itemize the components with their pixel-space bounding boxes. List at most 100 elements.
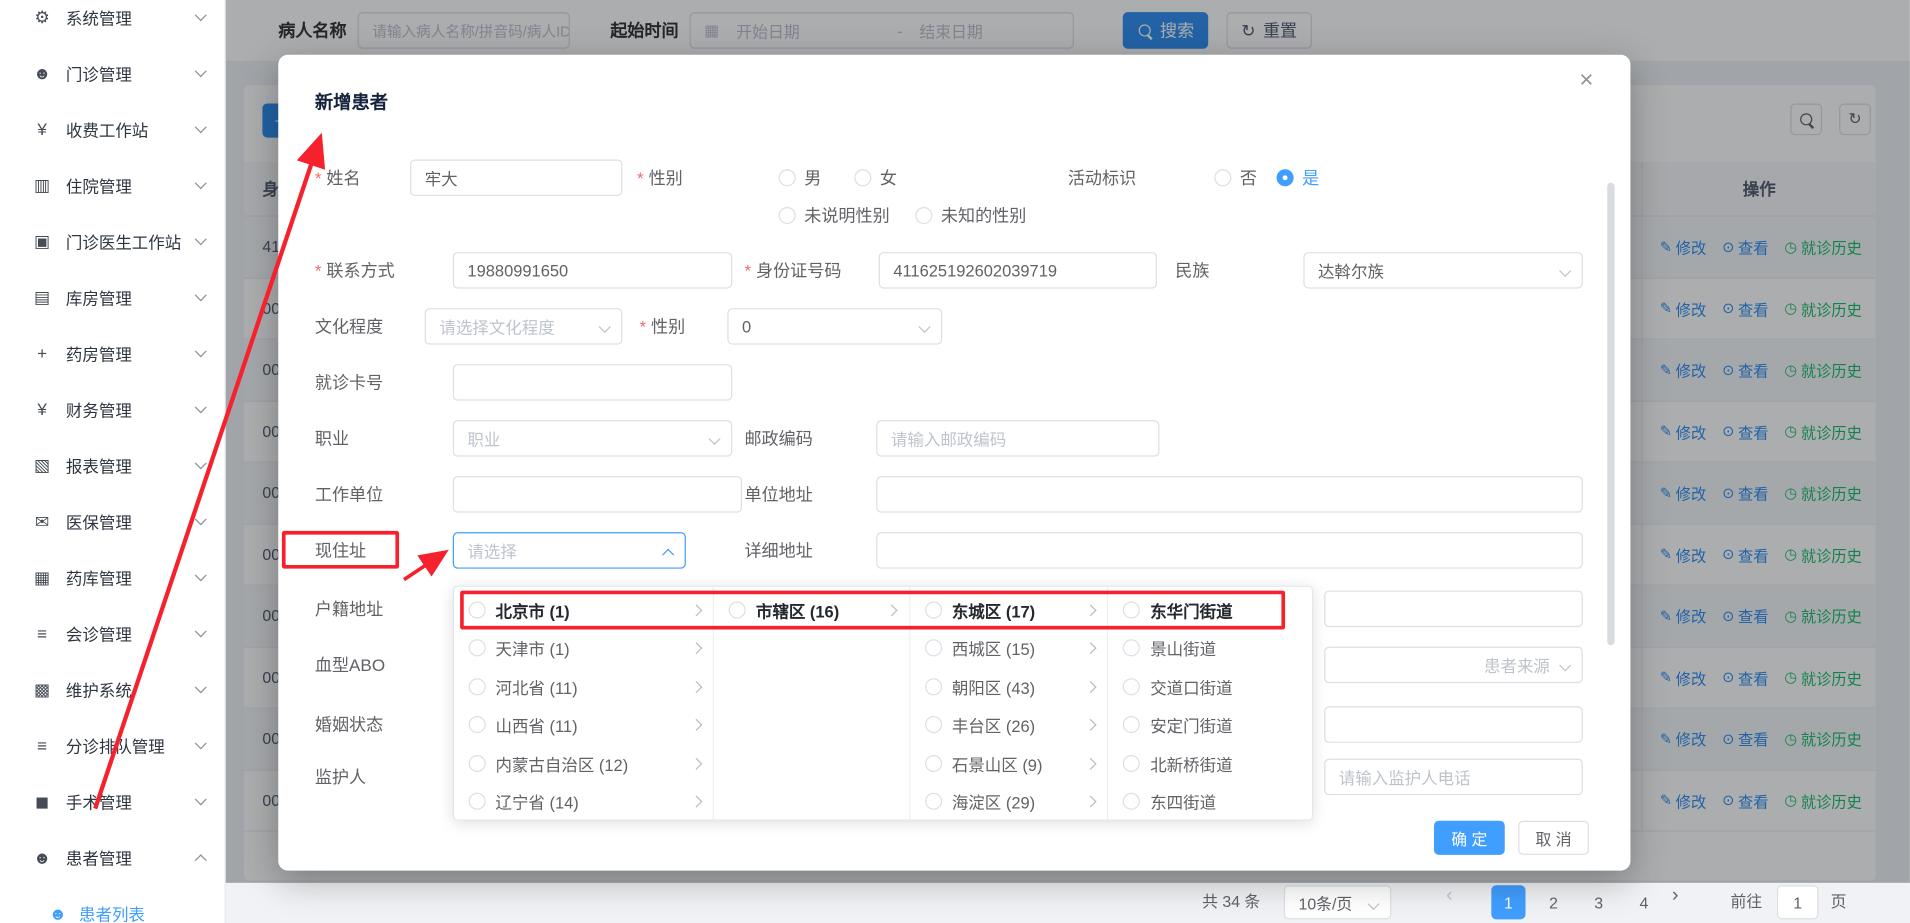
occupation-label: 职业 bbox=[315, 420, 349, 457]
sidebar-item[interactable]: ▣ 门诊医生工作站 bbox=[0, 213, 225, 269]
sidebar-item[interactable]: ▤ 库房管理 bbox=[0, 269, 225, 325]
cascade-option[interactable]: 交道口街道 bbox=[1109, 667, 1312, 705]
gender-radio-male[interactable]: 男 bbox=[779, 160, 822, 197]
sidebar-item[interactable]: ▩ 维护系统 bbox=[0, 661, 225, 717]
id-number-input[interactable]: 411625192602039719 bbox=[879, 252, 1157, 289]
goto-page-input[interactable]: 1 bbox=[1777, 885, 1818, 919]
household-address-right-input[interactable] bbox=[1324, 591, 1583, 628]
sidebar-item[interactable]: ¥ 财务管理 bbox=[0, 381, 225, 437]
radio-circle bbox=[854, 169, 871, 186]
name-label: 姓名 bbox=[315, 160, 361, 197]
active-flag-radio-no[interactable]: 否 bbox=[1214, 160, 1257, 197]
sidebar-item[interactable]: ◼ 手术管理 bbox=[0, 773, 225, 829]
cascade-option[interactable]: 市辖区 (16) bbox=[714, 591, 909, 629]
active-flag-radio-yes[interactable]: 是 bbox=[1277, 160, 1320, 197]
chevron-left-icon[interactable]: ‹ bbox=[1446, 885, 1480, 919]
goto-suffix: 页 bbox=[1831, 885, 1847, 919]
id-number-label: 身份证号码 bbox=[744, 252, 841, 289]
chevron-down-icon bbox=[195, 177, 207, 189]
cancel-button[interactable]: 取 消 bbox=[1518, 821, 1589, 855]
detail-address-input[interactable] bbox=[876, 532, 1583, 569]
cascade-option[interactable]: 安定门街道 bbox=[1109, 706, 1312, 744]
sidebar-item[interactable]: + 药房管理 bbox=[0, 325, 225, 381]
ethnicity-select[interactable]: 达斡尔族 bbox=[1303, 252, 1582, 289]
sidebar-item-label: 住院管理 bbox=[66, 173, 197, 197]
education-select[interactable]: 请选择文化程度 bbox=[425, 308, 623, 345]
cascade-option[interactable]: 海淀区 (29) bbox=[910, 782, 1107, 819]
sidebar-item-label: 收费工作站 bbox=[66, 117, 197, 141]
doctor-workstation-icon: ▣ bbox=[32, 231, 53, 252]
marital-row-right-input[interactable] bbox=[1324, 706, 1583, 743]
postal-code-input[interactable]: 请输入邮政编码 bbox=[876, 420, 1159, 457]
sidebar-item[interactable]: ¥ 收费工作站 bbox=[0, 101, 225, 157]
sidebar-item[interactable]: ▦ 药库管理 bbox=[0, 549, 225, 605]
blood-type-label: 血型ABO bbox=[315, 647, 385, 684]
chevron-right-icon[interactable]: › bbox=[1672, 885, 1706, 919]
work-unit-label: 工作单位 bbox=[315, 476, 383, 513]
cascade-option[interactable]: 东城区 (17) bbox=[910, 591, 1107, 629]
cascade-option[interactable]: 景山街道 bbox=[1109, 629, 1312, 667]
cascade-option[interactable]: 北京市 (1) bbox=[454, 591, 713, 629]
sidebar-item[interactable]: ☻ 门诊管理 bbox=[0, 45, 225, 101]
gender2-select[interactable]: 0 bbox=[727, 308, 942, 345]
patient-source-select[interactable]: 患者来源 bbox=[1324, 647, 1583, 684]
sidebar-item[interactable]: ⚙ 系统管理 bbox=[0, 0, 225, 45]
radio-circle bbox=[1123, 793, 1140, 810]
fee-icon: ¥ bbox=[32, 119, 53, 138]
pagination: 共 34 条 10条/页 ‹ 1 2 3 4 › 前往 1 bbox=[226, 885, 1910, 922]
sidebar-item-patient-list[interactable]: ☻ 患者列表 bbox=[0, 885, 225, 923]
gender-label: 性别 bbox=[637, 160, 683, 197]
page-size-select[interactable]: 10条/页 bbox=[1284, 885, 1391, 919]
occupation-select[interactable]: 职业 bbox=[453, 420, 732, 457]
finance-icon: ¥ bbox=[32, 399, 53, 418]
cascade-option[interactable]: 北新桥街道 bbox=[1109, 744, 1312, 782]
sidebar-item[interactable]: ≡ 分诊排队管理 bbox=[0, 717, 225, 773]
sidebar-item[interactable]: ☻ 患者管理 bbox=[0, 829, 225, 885]
cascade-street-column: 东华门街道 景山街道 交道口街道 安定门街道 bbox=[1107, 587, 1311, 820]
sidebar-item[interactable]: ≡ 会诊管理 bbox=[0, 605, 225, 661]
radio-circle bbox=[469, 716, 486, 733]
name-input[interactable]: 牢大 bbox=[410, 160, 622, 197]
gender-radio-female[interactable]: 女 bbox=[854, 160, 897, 197]
cascade-option[interactable]: 东四街道 bbox=[1109, 782, 1312, 819]
sidebar-item[interactable]: ▥ 住院管理 bbox=[0, 157, 225, 213]
radio-circle bbox=[925, 716, 942, 733]
current-address-select[interactable]: 请选择 bbox=[453, 532, 686, 569]
cascade-option[interactable]: 西城区 (15) bbox=[910, 629, 1107, 667]
close-icon[interactable]: × bbox=[1579, 67, 1616, 104]
cascade-option[interactable]: 天津市 (1) bbox=[454, 629, 713, 667]
cascade-option[interactable]: 辽宁省 (14) bbox=[454, 782, 713, 819]
page-button[interactable]: 2 bbox=[1536, 885, 1570, 919]
gender-radio-unknown[interactable]: 未知的性别 bbox=[915, 197, 1026, 234]
contact-input[interactable]: 19880991650 bbox=[453, 252, 732, 289]
page-button[interactable]: 4 bbox=[1627, 885, 1661, 919]
page-button[interactable]: 3 bbox=[1582, 885, 1616, 919]
visit-card-input[interactable] bbox=[453, 364, 732, 401]
sidebar-item-label: 财务管理 bbox=[66, 397, 197, 421]
cascade-option[interactable]: 石景山区 (9) bbox=[910, 744, 1107, 782]
gender-radio-unstated[interactable]: 未说明性别 bbox=[779, 197, 890, 234]
sidebar-item-label: 系统管理 bbox=[66, 5, 197, 29]
cascade-option[interactable]: 山西省 (11) bbox=[454, 706, 713, 744]
confirm-button[interactable]: 确 定 bbox=[1434, 821, 1505, 855]
chevron-down-icon bbox=[195, 457, 207, 469]
cascade-option[interactable]: 朝阳区 (43) bbox=[910, 667, 1107, 705]
modal-scrollbar[interactable] bbox=[1607, 183, 1614, 646]
chevron-down-icon bbox=[195, 121, 207, 133]
unit-address-input[interactable] bbox=[876, 476, 1583, 513]
cascade-option[interactable]: 丰台区 (26) bbox=[910, 706, 1107, 744]
sidebar-item[interactable]: ✉ 医保管理 bbox=[0, 493, 225, 549]
cascade-option[interactable]: 东华门街道 bbox=[1109, 591, 1312, 629]
page-button[interactable]: 1 bbox=[1491, 885, 1525, 919]
chevron-down-icon bbox=[195, 681, 207, 693]
sidebar-item[interactable]: ▧ 报表管理 bbox=[0, 437, 225, 493]
cascade-option[interactable]: 河北省 (11) bbox=[454, 667, 713, 705]
cascade-option[interactable]: 内蒙古自治区 (12) bbox=[454, 744, 713, 782]
guardian-phone-input[interactable]: 请输入监护人电话 bbox=[1324, 759, 1583, 796]
work-unit-input[interactable] bbox=[453, 476, 742, 513]
chevron-right-icon bbox=[1084, 681, 1095, 692]
queue-icon: ≡ bbox=[32, 735, 53, 754]
chevron-down-icon bbox=[195, 737, 207, 749]
cascade-city-column: 市辖区 (16) bbox=[713, 587, 909, 820]
radio-circle bbox=[925, 640, 942, 657]
